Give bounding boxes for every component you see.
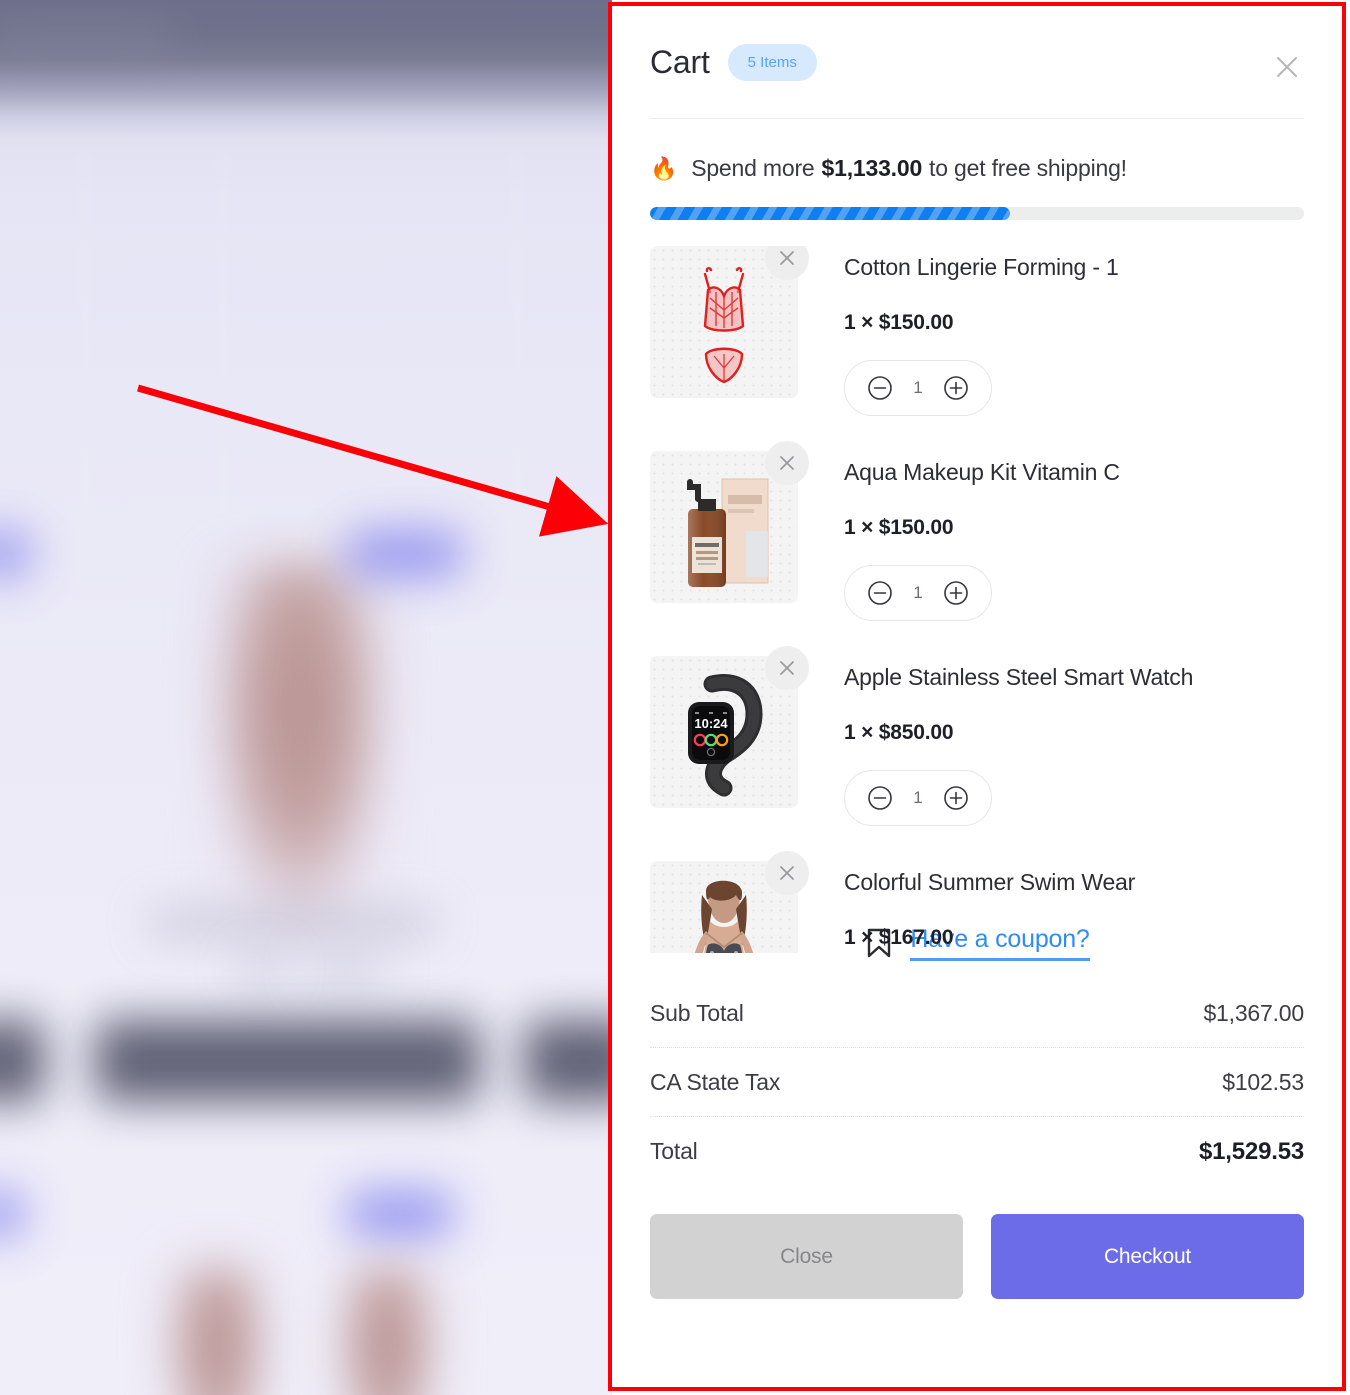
bg-price-tag	[305, 955, 387, 983]
bg-product-title	[150, 910, 435, 936]
bg-dark-banner	[524, 1020, 612, 1102]
bg-price-old	[238, 958, 284, 980]
product-name: Cotton Lingerie Forming - 1	[844, 254, 1119, 280]
cart-items-list[interactable]: Cotton Lingerie Forming - 1 1 × $150.00 …	[650, 246, 1304, 953]
cart-item: Colorful Summer Swim Wear 1 × $167.00 1	[650, 851, 1304, 953]
cart-item-thumbnail-wrap: 10:24	[650, 646, 809, 861]
cart-item-details: Aqua Makeup Kit Vitamin C 1 × $150.00 1	[802, 451, 1304, 656]
remove-item-button[interactable]	[765, 646, 809, 690]
cart-item-thumbnail-wrap	[650, 441, 809, 656]
cart-drawer: Cart 5 Items 🔥 Spend more $1,133.00 to g…	[608, 2, 1346, 1391]
product-price: 1 × $850.00	[844, 721, 954, 744]
cart-item-details: Apple Stainless Steel Smart Watch 1 × $8…	[802, 656, 1304, 861]
total-value: $1,367.00	[1203, 999, 1304, 1026]
items-count-badge: 5 Items	[727, 43, 817, 81]
product-price: 1 × $167.00	[844, 926, 954, 949]
order-totals: Sub Total $1,367.00 CA State Tax $102.53…	[650, 979, 1304, 1186]
cart-footer-actions: Close Checkout	[650, 1214, 1304, 1299]
cart-item: 10:24 Apple Stainless Steel Smart Watch …	[650, 646, 1304, 861]
cart-item-thumbnail-wrap	[650, 851, 809, 953]
cart-item-details: Cotton Lingerie Forming - 1 1 × $150.00 …	[802, 246, 1304, 451]
cart-item-details: Colorful Summer Swim Wear 1 × $167.00 1	[802, 861, 1304, 953]
total-value: $1,529.53	[1199, 1137, 1304, 1165]
product-name: Aqua Makeup Kit Vitamin C	[844, 459, 1120, 485]
total-row-subtotal: Sub Total $1,367.00	[650, 979, 1304, 1048]
quantity-stepper: 1	[844, 565, 992, 621]
product-name: Colorful Summer Swim Wear	[844, 869, 1136, 895]
bg-product-badge	[0, 530, 32, 578]
plus-circle-icon[interactable]	[943, 785, 969, 811]
checkout-button[interactable]: Checkout	[991, 1214, 1304, 1299]
bg-topbar-text	[0, 28, 170, 46]
product-price: 1 × $150.00	[844, 516, 954, 539]
minus-circle-icon[interactable]	[867, 580, 893, 606]
bg-product-image	[210, 560, 390, 930]
quantity-value: 1	[913, 378, 923, 397]
bg-product-image	[165, 1265, 270, 1395]
bg-product-badge	[0, 1190, 26, 1238]
annotation-arrow	[137, 384, 609, 537]
total-label: Total	[650, 1138, 698, 1164]
free-shipping-promo: 🔥 Spend more $1,133.00 to get free shipp…	[650, 119, 1304, 220]
promo-text: 🔥 Spend more $1,133.00 to get free shipp…	[650, 155, 1304, 182]
quantity-stepper: 1	[844, 360, 992, 416]
bg-column-separator	[84, 140, 86, 1395]
total-row-grand-total: Total $1,529.53	[650, 1117, 1304, 1186]
remove-item-button[interactable]	[765, 441, 809, 485]
promo-amount: $1,133.00	[821, 155, 923, 181]
total-label: Sub Total	[650, 999, 744, 1026]
page-root: Cart 5 Items 🔥 Spend more $1,133.00 to g…	[0, 0, 1350, 1395]
bg-product-image	[335, 1265, 440, 1395]
close-icon[interactable]	[1272, 52, 1302, 82]
svg-text:10:24: 10:24	[694, 716, 728, 731]
bg-dark-banner	[95, 1020, 480, 1102]
cart-drawer-content: Cart 5 Items 🔥 Spend more $1,133.00 to g…	[612, 6, 1342, 1387]
page-title: Cart	[650, 43, 710, 80]
total-value: $102.53	[1222, 1068, 1304, 1095]
minus-circle-icon[interactable]	[867, 375, 893, 401]
quantity-value: 1	[913, 583, 923, 602]
cart-item-thumbnail-wrap	[650, 246, 809, 451]
product-name: Apple Stainless Steel Smart Watch	[844, 664, 1194, 690]
plus-circle-icon[interactable]	[943, 580, 969, 606]
close-button[interactable]: Close	[650, 1214, 963, 1299]
bg-product-badge	[345, 1190, 455, 1238]
bg-column-separator	[516, 140, 518, 1395]
flame-icon: 🔥	[650, 155, 678, 181]
quantity-stepper: 1	[844, 770, 992, 826]
quantity-value: 1	[913, 788, 923, 807]
plus-circle-icon[interactable]	[943, 375, 969, 401]
minus-circle-icon[interactable]	[867, 785, 893, 811]
bg-dark-banner	[0, 1020, 45, 1102]
cart-item: Cotton Lingerie Forming - 1 1 × $150.00 …	[650, 246, 1304, 451]
total-label: CA State Tax	[650, 1068, 781, 1095]
blurred-background-page	[0, 0, 612, 1395]
promo-prefix: Spend more	[691, 155, 815, 181]
free-shipping-progress-track	[650, 207, 1304, 220]
total-row-tax: CA State Tax $102.53	[650, 1048, 1304, 1117]
remove-item-button[interactable]	[765, 851, 809, 895]
cart-header: Cart 5 Items	[650, 6, 1304, 118]
free-shipping-progress-fill	[650, 207, 1010, 220]
cart-item: Aqua Makeup Kit Vitamin C 1 × $150.00 1	[650, 441, 1304, 656]
product-price: 1 × $150.00	[844, 311, 954, 334]
promo-suffix: to get free shipping!	[929, 155, 1127, 181]
